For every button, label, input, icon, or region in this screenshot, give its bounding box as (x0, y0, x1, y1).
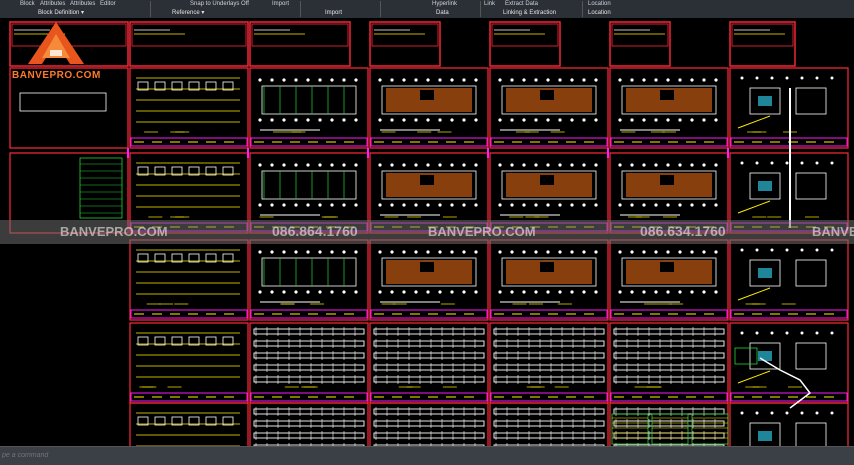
chevron-down-icon: ▾ (81, 10, 85, 16)
ribbon: Block Attributes Attributes Editor Snap … (0, 0, 854, 19)
block-tool[interactable]: Block (20, 0, 35, 8)
logo-mark-icon (28, 22, 84, 64)
divider (300, 1, 301, 17)
hyperlink-tool[interactable]: Hyperlink (432, 0, 457, 8)
watermark-phone: 086.864.1760 (272, 223, 358, 239)
link-tool[interactable]: Link (484, 0, 495, 8)
panel-data[interactable]: Data (436, 8, 449, 18)
logo: BANVEPRO.COM (10, 20, 122, 90)
watermark-phone: 086.634.1760 (640, 223, 726, 239)
snap-underlays-tool[interactable]: Snap to Underlays Off (190, 0, 249, 8)
command-input[interactable] (0, 449, 604, 462)
divider (380, 1, 381, 17)
divider (480, 1, 481, 17)
watermark-site: BANVEPRO.COM (428, 224, 536, 239)
chevron-down-icon: ▾ (201, 10, 205, 16)
divider (582, 1, 583, 17)
extract-data-tool[interactable]: Extract Data (505, 0, 538, 8)
panel-block-definition[interactable]: Block Definition ▾ (38, 8, 84, 18)
watermark-band: BANVEPRO.COM 086.864.1760 BANVEPRO.COM 0… (0, 220, 854, 244)
editor-tool[interactable]: Editor (100, 0, 116, 8)
import-tool[interactable]: Import (272, 0, 289, 8)
watermark-site: BANVEPRO.COM (60, 224, 168, 239)
watermark-site: BANVEPRO.COM (812, 224, 854, 239)
panel-label: Reference (172, 10, 200, 16)
panel-import[interactable]: Import (325, 8, 342, 18)
panel-location[interactable]: Location (588, 8, 611, 18)
panel-linking-extraction[interactable]: Linking & Extraction (503, 8, 556, 18)
location-tool[interactable]: Location (588, 0, 611, 8)
attributes-tool[interactable]: Attributes (40, 0, 65, 8)
attributes-tool-2[interactable]: Attributes (70, 0, 95, 8)
logo-text: BANVEPRO.COM (12, 70, 101, 81)
panel-reference[interactable]: Reference ▾ (172, 8, 204, 18)
divider (150, 1, 151, 17)
command-line[interactable] (0, 446, 854, 465)
panel-label: Block Definition (38, 10, 80, 16)
drawing-canvas[interactable]: BANVEPRO.COM BANVEPRO.COM 086.864.1760 B… (0, 18, 854, 446)
